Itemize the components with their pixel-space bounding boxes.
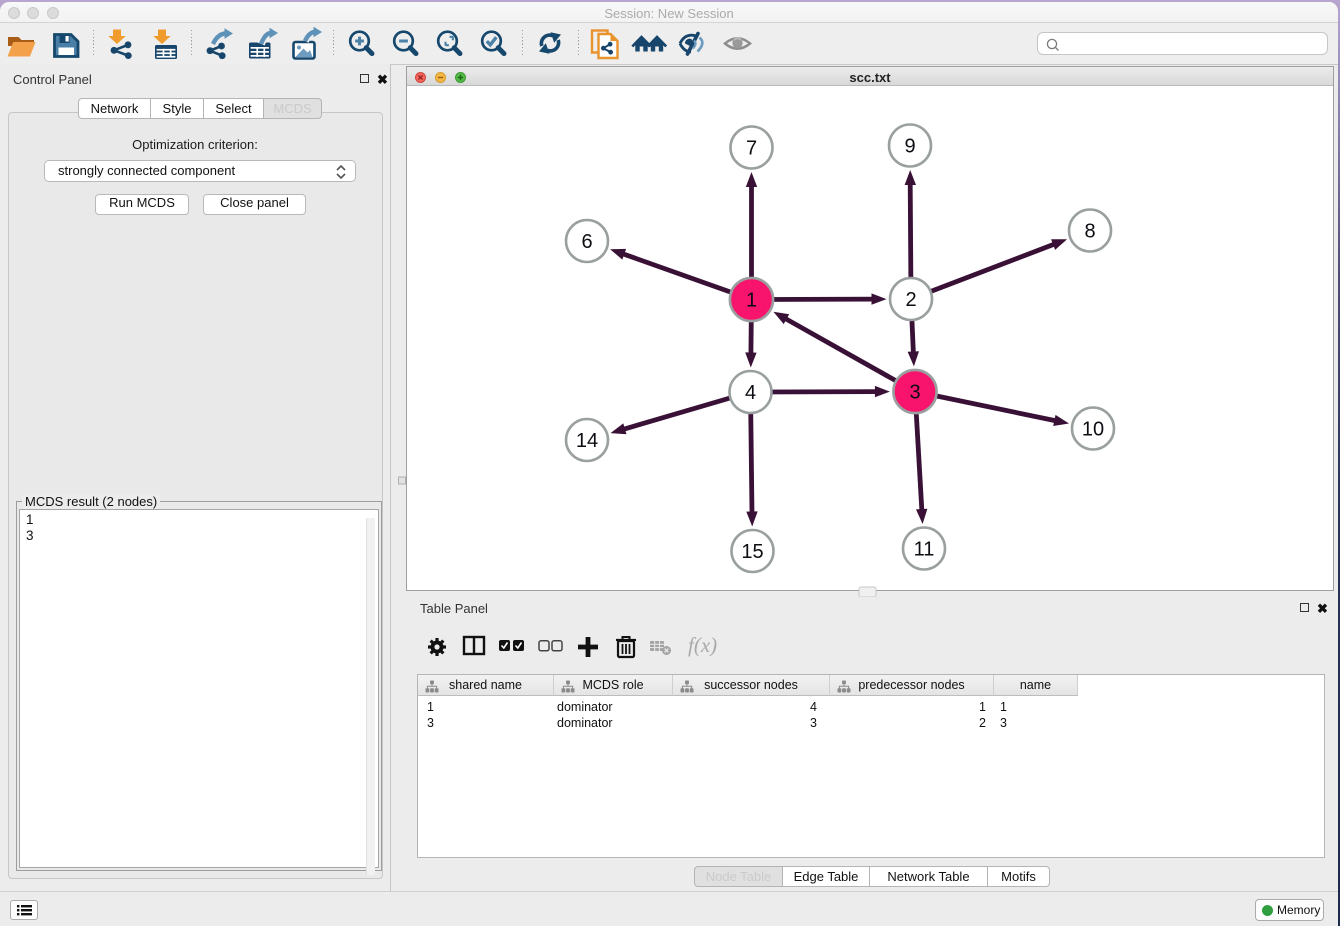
svg-text:2: 2 [905, 289, 916, 311]
svg-text:15: 15 [741, 541, 763, 563]
svg-text:8: 8 [1084, 221, 1095, 243]
svg-text:9: 9 [904, 136, 915, 158]
svg-text:14: 14 [576, 430, 598, 452]
svg-text:3: 3 [909, 382, 920, 404]
svg-text:11: 11 [914, 539, 935, 561]
svg-text:6: 6 [581, 231, 592, 253]
svg-text:4: 4 [745, 382, 756, 404]
svg-text:10: 10 [1082, 419, 1104, 441]
svg-text:7: 7 [746, 138, 757, 160]
svg-text:1: 1 [746, 290, 757, 312]
